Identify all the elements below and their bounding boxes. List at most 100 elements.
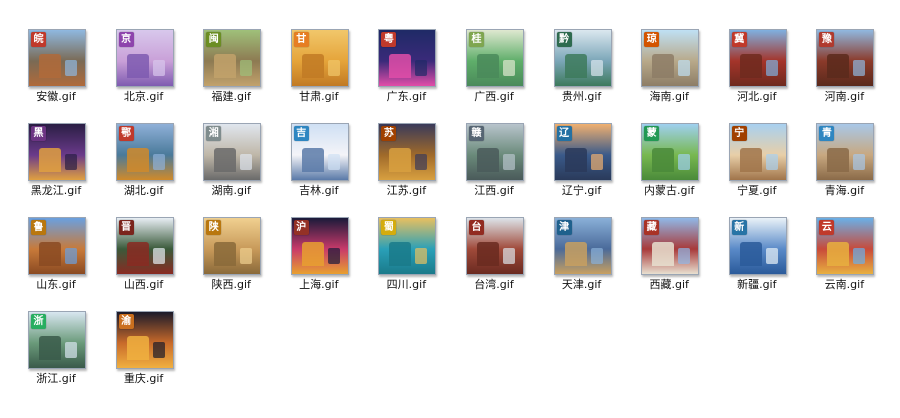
file-item[interactable]: 黑黑龙江.gif bbox=[16, 122, 96, 208]
file-name-label: 浙江.gif bbox=[36, 372, 76, 385]
file-name-label: 云南.gif bbox=[824, 278, 865, 291]
province-badge: 闽 bbox=[206, 32, 222, 47]
province-badge: 台 bbox=[469, 220, 484, 235]
gif-thumbnail: 沪 bbox=[290, 217, 349, 275]
file-item[interactable]: 豫河南.gif bbox=[804, 28, 884, 114]
province-badge: 云 bbox=[819, 220, 835, 235]
province-badge: 琼 bbox=[644, 32, 660, 47]
file-item[interactable]: 湘湖南.gif bbox=[191, 122, 271, 208]
file-name-label: 新疆.gif bbox=[737, 278, 777, 291]
gif-thumbnail: 鲁 bbox=[28, 217, 86, 275]
province-badge: 冀 bbox=[731, 32, 747, 47]
file-item[interactable]: 宁宁夏.gif bbox=[717, 122, 797, 208]
province-badge: 蜀 bbox=[381, 220, 397, 235]
province-badge: 甘 bbox=[293, 32, 309, 47]
file-item[interactable]: 赣江西.gif bbox=[454, 122, 534, 208]
province-badge: 京 bbox=[118, 32, 134, 47]
file-item[interactable]: 皖安徽.gif bbox=[16, 28, 96, 114]
province-badge: 吉 bbox=[293, 126, 309, 141]
gif-thumbnail: 鄂 bbox=[115, 123, 174, 181]
file-name-label: 辽宁.gif bbox=[561, 184, 602, 197]
gif-thumbnail: 浙 bbox=[28, 311, 86, 369]
gif-thumbnail: 豫 bbox=[816, 29, 875, 87]
province-badge: 苏 bbox=[381, 126, 397, 141]
file-name-label: 海南.gif bbox=[649, 90, 689, 103]
file-name-label: 重庆.gif bbox=[123, 372, 164, 385]
province-badge: 黑 bbox=[31, 126, 46, 141]
file-name-label: 青海.gif bbox=[824, 184, 865, 197]
gif-thumbnail: 赣 bbox=[466, 123, 524, 181]
gif-thumbnail: 粤 bbox=[378, 29, 437, 87]
file-item[interactable]: 冀河北.gif bbox=[717, 28, 797, 114]
file-item[interactable]: 京北京.gif bbox=[104, 28, 184, 114]
file-item[interactable]: 青青海.gif bbox=[804, 122, 884, 208]
file-name-label: 山西.gif bbox=[123, 278, 164, 291]
gif-thumbnail: 湘 bbox=[203, 123, 262, 181]
province-badge: 晋 bbox=[118, 220, 134, 235]
file-name-label: 西藏.gif bbox=[649, 278, 689, 291]
file-name-label: 广西.gif bbox=[474, 90, 514, 103]
province-badge: 辽 bbox=[556, 126, 572, 141]
file-item[interactable]: 渝重庆.gif bbox=[104, 310, 184, 396]
file-item[interactable]: 陕陕西.gif bbox=[191, 216, 271, 302]
file-icon-grid: 皖安徽.gif 京北京.gif 闽福建.gif 甘甘肃.gif 粤广东.gif 桂广西.g… bbox=[0, 0, 900, 418]
file-item[interactable]: 蒙内蒙古.gif bbox=[629, 122, 709, 208]
gif-thumbnail: 琼 bbox=[641, 29, 700, 87]
province-badge: 宁 bbox=[731, 126, 747, 141]
gif-thumbnail: 新 bbox=[728, 217, 787, 275]
file-name-label: 湖南.gif bbox=[211, 184, 251, 197]
gif-thumbnail: 京 bbox=[115, 29, 174, 87]
file-item[interactable]: 藏西藏.gif bbox=[629, 216, 709, 302]
file-name-label: 内蒙古.gif bbox=[643, 184, 695, 197]
file-item[interactable]: 甘甘肃.gif bbox=[279, 28, 359, 114]
file-item[interactable]: 桂广西.gif bbox=[454, 28, 534, 114]
file-name-label: 陕西.gif bbox=[211, 278, 251, 291]
province-badge: 藏 bbox=[644, 220, 660, 235]
gif-thumbnail: 吉 bbox=[290, 123, 349, 181]
file-name-label: 贵州.gif bbox=[561, 90, 602, 103]
file-name-label: 宁夏.gif bbox=[737, 184, 777, 197]
province-badge: 鄂 bbox=[118, 126, 134, 141]
file-name-label: 山东.gif bbox=[36, 278, 76, 291]
file-item[interactable]: 鲁山东.gif bbox=[16, 216, 96, 302]
province-badge: 湘 bbox=[206, 126, 222, 141]
gif-thumbnail: 苏 bbox=[378, 123, 437, 181]
gif-thumbnail: 蒙 bbox=[641, 123, 700, 181]
gif-thumbnail: 宁 bbox=[728, 123, 787, 181]
file-item[interactable]: 蜀四川.gif bbox=[366, 216, 446, 302]
file-name-label: 吉林.gif bbox=[299, 184, 339, 197]
file-item[interactable]: 闽福建.gif bbox=[191, 28, 271, 114]
file-name-label: 天津.gif bbox=[561, 278, 602, 291]
province-badge: 沪 bbox=[293, 220, 309, 235]
file-name-label: 福建.gif bbox=[211, 90, 251, 103]
gif-thumbnail: 藏 bbox=[641, 217, 700, 275]
file-item[interactable]: 黔贵州.gif bbox=[542, 28, 622, 114]
file-item[interactable]: 苏江苏.gif bbox=[366, 122, 446, 208]
file-item[interactable]: 新新疆.gif bbox=[717, 216, 797, 302]
gif-thumbnail: 黔 bbox=[553, 29, 612, 87]
province-badge: 青 bbox=[819, 126, 835, 141]
gif-thumbnail: 渝 bbox=[115, 311, 174, 369]
file-item[interactable]: 晋山西.gif bbox=[104, 216, 184, 302]
file-item[interactable]: 津天津.gif bbox=[542, 216, 622, 302]
file-item[interactable]: 云云南.gif bbox=[804, 216, 884, 302]
province-badge: 赣 bbox=[469, 126, 484, 141]
file-item[interactable]: 台台湾.gif bbox=[454, 216, 534, 302]
gif-thumbnail: 云 bbox=[816, 217, 875, 275]
province-badge: 津 bbox=[556, 220, 572, 235]
file-item[interactable]: 鄂湖北.gif bbox=[104, 122, 184, 208]
province-badge: 陕 bbox=[206, 220, 222, 235]
gif-thumbnail: 蜀 bbox=[378, 217, 437, 275]
province-badge: 蒙 bbox=[644, 126, 660, 141]
gif-thumbnail: 津 bbox=[553, 217, 612, 275]
file-item[interactable]: 吉吉林.gif bbox=[279, 122, 359, 208]
file-name-label: 江苏.gif bbox=[386, 184, 427, 197]
file-item[interactable]: 琼海南.gif bbox=[629, 28, 709, 114]
province-badge: 新 bbox=[731, 220, 747, 235]
province-badge: 桂 bbox=[469, 32, 484, 47]
file-name-label: 北京.gif bbox=[123, 90, 164, 103]
file-item[interactable]: 浙浙江.gif bbox=[16, 310, 96, 396]
file-item[interactable]: 辽辽宁.gif bbox=[542, 122, 622, 208]
file-item[interactable]: 沪上海.gif bbox=[279, 216, 359, 302]
file-item[interactable]: 粤广东.gif bbox=[366, 28, 446, 114]
